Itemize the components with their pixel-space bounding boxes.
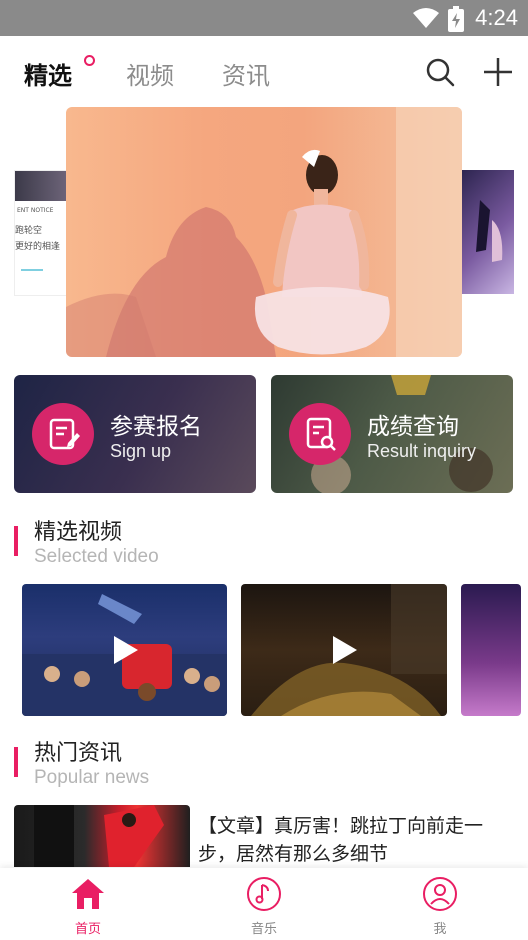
signup-icon-badge [32, 403, 94, 465]
banner-preview-notice: ENT NOTICE [17, 207, 54, 214]
user-icon [423, 877, 457, 911]
nav-profile[interactable]: 我 [352, 868, 528, 940]
tab-featured[interactable]: 精选 [24, 56, 72, 91]
new-indicator-dot [84, 55, 95, 66]
nav-profile-label: 我 [433, 922, 447, 937]
video-thumbnail[interactable] [461, 584, 521, 716]
status-time: 4:24 [475, 5, 518, 30]
news-item-title[interactable]: 【文章】真厉害！跳拉丁向前走一步，居然有那么多细节 [198, 812, 514, 868]
video-thumbnail[interactable] [22, 584, 227, 716]
news-section-subtitle: Popular news [34, 767, 150, 788]
search-icon[interactable] [424, 56, 456, 88]
top-navigation: 精选 视频 资讯 [0, 36, 528, 108]
ballet-dancer-photo [66, 107, 462, 357]
nav-music-label: 音乐 [250, 922, 277, 937]
home-icon [72, 879, 104, 909]
videos-section-title: 精选视频 [34, 520, 123, 545]
battery-charging-icon [448, 6, 464, 32]
video-thumbnail[interactable] [241, 584, 447, 716]
banner-preview-header [15, 171, 67, 201]
section-accent-bar [14, 747, 18, 777]
signup-subtitle: Sign up [110, 441, 172, 461]
banner-preview-left[interactable]: ENT NOTICE 跑轮空 更好的相逢 [14, 170, 68, 296]
news-section-title: 热门资讯 [34, 741, 123, 766]
result-title: 成绩查询 [367, 414, 459, 440]
news-thumbnail[interactable] [14, 805, 190, 867]
play-icon [333, 636, 357, 664]
result-inquiry-card[interactable]: 成绩查询 Result inquiry [271, 375, 513, 493]
signup-card[interactable]: 参赛报名 Sign up [14, 375, 256, 493]
result-icon-badge [289, 403, 351, 465]
latin-dancers-photo [34, 805, 164, 867]
bottom-navigation: 首页 音乐 我 [0, 868, 528, 940]
result-subtitle: Result inquiry [367, 441, 477, 461]
videos-section-subtitle: Selected video [34, 546, 159, 567]
edit-form-icon [49, 418, 80, 450]
add-icon[interactable] [482, 56, 514, 88]
signup-title: 参赛报名 [110, 414, 202, 440]
banner-main-image[interactable] [66, 107, 462, 357]
section-accent-bar [14, 526, 18, 556]
nav-home[interactable]: 首页 [0, 868, 176, 940]
banner-preview-text-1: 跑轮空 [15, 226, 43, 236]
nav-music[interactable]: 音乐 [176, 868, 352, 940]
wifi-icon [413, 8, 439, 28]
status-bar: 4:24 [0, 0, 528, 36]
nav-home-label: 首页 [74, 922, 101, 937]
dancers-photo [476, 200, 503, 262]
banner-preview-divider [21, 269, 43, 271]
tab-video[interactable]: 视频 [126, 56, 174, 91]
search-document-icon [306, 417, 336, 451]
music-note-icon [247, 877, 281, 911]
banner-preview-right[interactable] [462, 170, 514, 294]
play-icon [113, 636, 138, 664]
tab-news[interactable]: 资讯 [222, 56, 270, 91]
banner-preview-text-2: 更好的相逢 [15, 242, 61, 252]
